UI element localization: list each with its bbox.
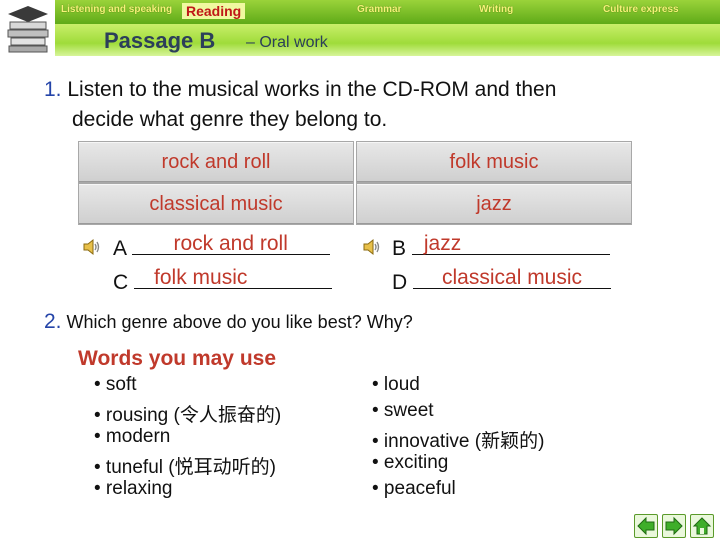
speaker-icon[interactable] <box>82 238 102 256</box>
word-item: • loud <box>372 374 420 395</box>
word-item: • soft <box>94 374 137 395</box>
answer-a-blank[interactable]: rock and roll <box>131 232 330 255</box>
answer-b-value: jazz <box>423 232 462 255</box>
word-item: • peaceful <box>372 478 456 499</box>
answer-a-value: rock and roll <box>173 232 288 255</box>
question1-line1: 1. Listen to the musical works in the CD… <box>44 78 556 102</box>
question1-text-line2: decide what genre they belong to. <box>72 108 388 131</box>
word-item: • tuneful (悦耳动听的) <box>94 457 276 478</box>
words-title: Words you may use <box>78 347 277 370</box>
question2-number: 2. <box>44 310 62 333</box>
genre-cell-rock-and-roll: rock and roll <box>78 141 354 183</box>
answer-a-letter: A <box>113 237 126 260</box>
word-item: • innovative (新颖的) <box>372 431 545 452</box>
word-item: • exciting <box>372 452 449 473</box>
question1-text-line1: Listen to the musical works in the CD-RO… <box>67 78 557 101</box>
answer-c-value: folk music <box>154 266 248 289</box>
answer-d-blank[interactable]: classical music <box>413 266 612 289</box>
answer-b-row: B jazz <box>392 232 610 261</box>
answer-a-row: A rock and roll <box>113 232 330 261</box>
answer-d-value: classical music <box>442 266 583 289</box>
answer-c-blank[interactable]: folk music <box>134 266 333 289</box>
word-item: • sweet <box>372 400 434 421</box>
word-item: • rousing (令人振奋的) <box>94 405 282 426</box>
tab-listening-speaking[interactable]: Listening and speaking <box>61 4 172 15</box>
books-logo-icon <box>7 6 49 53</box>
question2-text: Which genre above do you like best? Why? <box>66 312 413 332</box>
back-arrow-icon[interactable] <box>634 514 658 538</box>
answer-d-letter: D <box>392 271 408 294</box>
word-item: • relaxing <box>94 478 173 499</box>
answer-d-row: D classical music <box>392 266 612 295</box>
answer-c-letter: C <box>113 271 129 294</box>
tab-writing[interactable]: Writing <box>479 4 513 15</box>
answer-b-blank[interactable]: jazz <box>411 232 610 255</box>
genre-cell-jazz: jazz <box>356 183 632 225</box>
passage-subtitle: – Oral work <box>246 34 328 51</box>
speaker-icon[interactable] <box>362 238 382 256</box>
tab-strip: Listening and speaking Reading Grammar W… <box>55 0 720 24</box>
answer-c-row: C folk music <box>113 266 333 295</box>
tab-culture-express[interactable]: Culture express <box>603 4 679 15</box>
genre-cell-folk-music: folk music <box>356 141 632 183</box>
question2: 2. Which genre above do you like best? W… <box>44 310 413 334</box>
tab-reading[interactable]: Reading <box>182 3 246 19</box>
word-item: • modern <box>94 426 171 447</box>
forward-arrow-icon[interactable] <box>662 514 686 538</box>
answer-b-letter: B <box>392 237 407 260</box>
question1-number: 1. <box>44 78 62 101</box>
home-icon[interactable] <box>690 514 714 538</box>
tab-grammar[interactable]: Grammar <box>357 4 401 15</box>
genre-cell-classical-music: classical music <box>78 183 354 225</box>
passage-title: Passage B <box>104 28 216 53</box>
